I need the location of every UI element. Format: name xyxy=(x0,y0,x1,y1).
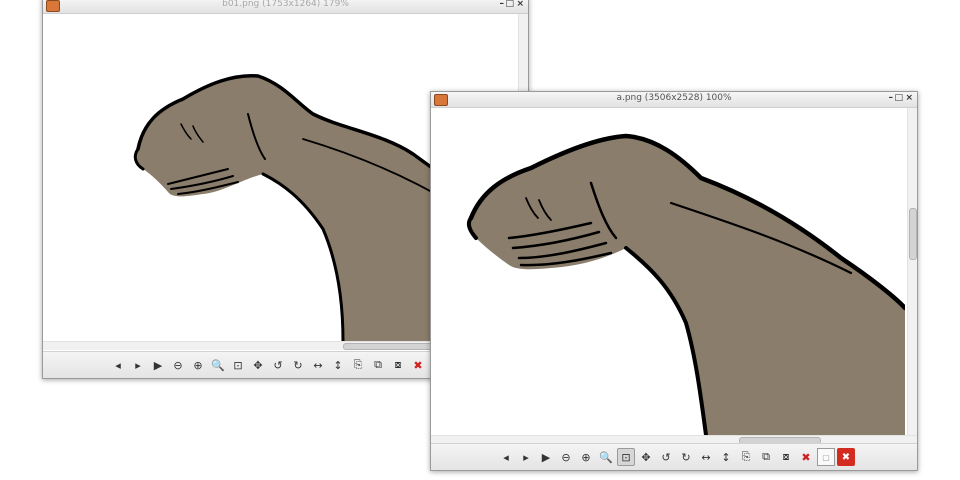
slideshow-icon[interactable]: ▶ xyxy=(149,356,167,374)
vertical-scrollbar[interactable] xyxy=(907,108,917,435)
zoom-out-icon[interactable]: ⊖ xyxy=(557,448,575,466)
rename-icon[interactable]: ⧇ xyxy=(389,356,407,374)
maximize-button[interactable]: □ xyxy=(505,0,514,9)
pan-icon[interactable]: ✥ xyxy=(249,356,267,374)
zoom-original-icon[interactable]: 🔍 xyxy=(597,448,615,466)
rotate-ccw-icon[interactable]: ↺ xyxy=(269,356,287,374)
vertical-scroll-thumb[interactable] xyxy=(909,208,917,260)
minimize-button[interactable]: – xyxy=(500,0,505,9)
next-image-icon[interactable]: ▸ xyxy=(129,356,147,374)
zoom-original-icon[interactable]: 🔍 xyxy=(209,356,227,374)
zoom-fit-icon[interactable]: ⊡ xyxy=(229,356,247,374)
rotate-cw-icon[interactable]: ↻ xyxy=(677,448,695,466)
flip-horizontal-icon[interactable]: ↔ xyxy=(697,448,715,466)
zoom-out-icon[interactable]: ⊖ xyxy=(169,356,187,374)
arm-illustration xyxy=(466,133,905,435)
window-title: b01.png (1753x1264) 179% xyxy=(222,0,349,9)
move-icon[interactable]: ⧉ xyxy=(757,448,775,466)
copy-icon[interactable]: ⎘ xyxy=(737,448,755,466)
delete-icon[interactable]: ✖ xyxy=(797,448,815,466)
flip-vertical-icon[interactable]: ↕ xyxy=(717,448,735,466)
flip-vertical-icon[interactable]: ↕ xyxy=(329,356,347,374)
viewer-window-a[interactable]: a.png (3506x2528) 100% – □ × ◂ ▸ ▶ ⊖ ⊕ 🔍… xyxy=(430,91,918,471)
rotate-cw-icon[interactable]: ↻ xyxy=(289,356,307,374)
zoom-in-icon[interactable]: ⊕ xyxy=(577,448,595,466)
title-bar[interactable]: b01.png (1753x1264) 179% – □ × xyxy=(43,0,528,14)
title-bar[interactable]: a.png (3506x2528) 100% – □ × xyxy=(431,92,917,108)
rotate-ccw-icon[interactable]: ↺ xyxy=(657,448,675,466)
next-image-icon[interactable]: ▸ xyxy=(517,448,535,466)
minimize-button[interactable]: – xyxy=(889,93,894,103)
zoom-fit-icon[interactable]: ⊡ xyxy=(617,448,635,466)
slideshow-icon[interactable]: ▶ xyxy=(537,448,555,466)
quit-icon[interactable]: ✖ xyxy=(837,448,855,466)
flip-horizontal-icon[interactable]: ↔ xyxy=(309,356,327,374)
window-title: a.png (3506x2528) 100% xyxy=(616,93,732,103)
maximize-button[interactable]: □ xyxy=(894,93,903,103)
copy-icon[interactable]: ⎘ xyxy=(349,356,367,374)
close-button[interactable]: × xyxy=(516,0,524,9)
close-button[interactable]: × xyxy=(905,93,913,103)
properties-icon[interactable]: ▢ xyxy=(817,448,835,466)
image-canvas[interactable] xyxy=(431,108,905,435)
prev-image-icon[interactable]: ◂ xyxy=(109,356,127,374)
delete-icon[interactable]: ✖ xyxy=(409,356,427,374)
rename-icon[interactable]: ⧇ xyxy=(777,448,795,466)
move-icon[interactable]: ⧉ xyxy=(369,356,387,374)
zoom-in-icon[interactable]: ⊕ xyxy=(189,356,207,374)
viewer-toolbar: ◂ ▸ ▶ ⊖ ⊕ 🔍 ⊡ ✥ ↺ ↻ ↔ ↕ ⎘ ⧉ ⧇ ✖ ▢ ✖ xyxy=(431,443,917,470)
prev-image-icon[interactable]: ◂ xyxy=(497,448,515,466)
pan-icon[interactable]: ✥ xyxy=(637,448,655,466)
